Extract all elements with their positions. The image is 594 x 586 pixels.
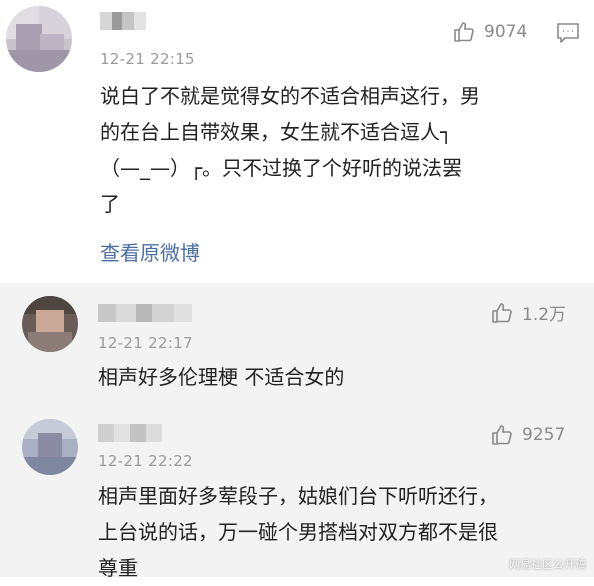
like-count: 9257 — [522, 425, 566, 445]
thumb-up-icon — [492, 425, 512, 445]
comment-line: 了 — [100, 192, 120, 216]
main-comment: 12-21 22:15 9074 说白了不就是觉得女的不适合相声这行，男 的在台… — [0, 0, 594, 283]
like-count: 9074 — [484, 22, 528, 42]
reply-text: 相声好多伦理梗 不适合女的 — [98, 359, 344, 395]
avatar[interactable] — [6, 6, 72, 72]
reply-line: 相声好多伦理梗 不适合女的 — [98, 365, 345, 389]
comment-time: 12-21 22:15 — [100, 50, 195, 68]
username-blurred[interactable] — [100, 12, 146, 30]
watermark: 网易社区公开稿 — [509, 558, 586, 571]
reply-time: 12-21 22:22 — [98, 452, 193, 470]
comment-icon[interactable] — [556, 22, 580, 48]
thumb-up-icon — [492, 302, 512, 323]
avatar[interactable] — [22, 296, 78, 352]
reply-text: 相声里面好多荤段子，姑娘们台下听听还行， 上台说的话，万一碰个男搭档对双方都不是… — [98, 478, 498, 586]
reply-list: 12-21 22:17 1.2万 相声好多伦理梗 不适合女的 12-21 22:… — [0, 283, 594, 580]
reply-line: 上台说的话，万一碰个男搭档对双方都不是很 — [98, 520, 498, 544]
like-button[interactable]: 9074 — [452, 20, 527, 44]
like-button[interactable]: 1.2万 — [490, 300, 566, 325]
reply-time: 12-21 22:17 — [98, 334, 193, 352]
username-blurred[interactable] — [98, 424, 162, 442]
like-button[interactable]: 9257 — [490, 423, 565, 447]
thumb-up-icon — [454, 22, 474, 42]
comment-line: 说白了不就是觉得女的不适合相声这行，男 — [100, 84, 480, 108]
avatar[interactable] — [22, 419, 78, 475]
comment-line: （—_—）┌。只不过换了个好听的说法罢 — [100, 156, 463, 180]
reply-line: 尊重 — [98, 556, 138, 580]
comment-text: 说白了不就是觉得女的不适合相声这行，男 的在台上自带效果，女生就不适合逗人┐ （… — [100, 78, 480, 222]
like-count: 1.2万 — [522, 305, 567, 325]
username-blurred[interactable] — [98, 304, 192, 322]
comment-line: 的在台上自带效果，女生就不适合逗人┐ — [100, 120, 453, 144]
view-original-link[interactable]: 查看原微博 — [100, 237, 200, 266]
reply-line: 相声里面好多荤段子，姑娘们台下听听还行， — [98, 484, 498, 508]
